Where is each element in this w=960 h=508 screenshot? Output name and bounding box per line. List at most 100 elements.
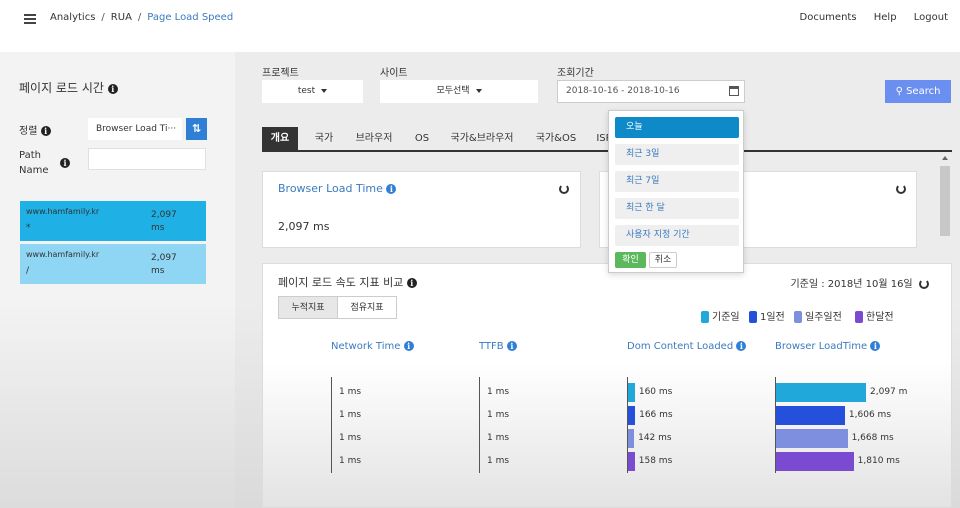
chart-bar <box>628 383 635 402</box>
period-label: 조회기간 <box>557 68 594 79</box>
preset-today[interactable]: 오늘 <box>615 117 739 138</box>
page-list-item[interactable]: www.hamfamily.kr / 2,097 ms <box>20 244 206 284</box>
bar-value-label: 1,606 ms <box>848 410 892 420</box>
legend-label: 1일전 <box>760 312 785 323</box>
metric-title: Dom Content Loaded i <box>627 341 747 352</box>
info-icon[interactable]: i <box>870 341 881 351</box>
breadcrumb-analytics[interactable]: Analytics <box>50 12 95 23</box>
project-select-value: test <box>297 86 316 96</box>
breadcrumb-page-load-speed[interactable]: Page Load Speed <box>147 12 233 23</box>
bar-value-label: 160 ms <box>638 387 673 397</box>
project-select[interactable]: test <box>262 80 363 103</box>
tab-country-os[interactable]: 국가&OS <box>530 127 582 151</box>
card-title-text: Browser Load Time <box>278 182 383 195</box>
main-content: 프로젝트 test 사이트 모두선택 조회기간 2018-10-16 - 201… <box>235 52 960 508</box>
info-icon[interactable]: i <box>406 278 417 288</box>
metric-chart-dom: 160 ms 166 ms 142 ms 158 ms <box>627 377 757 473</box>
scrollbar[interactable] <box>940 156 950 508</box>
subtab-cumulative[interactable]: 누적지표 <box>278 296 338 319</box>
legend-label: 한달전 <box>866 312 894 323</box>
legend-swatch <box>794 311 802 323</box>
metric-title: TTFB i <box>479 341 517 352</box>
list-item-path: * <box>26 223 31 233</box>
path-name-input[interactable] <box>88 148 206 170</box>
subtab-share[interactable]: 점유지표 <box>337 296 397 319</box>
info-icon[interactable]: i <box>506 341 517 351</box>
scroll-up-icon[interactable] <box>942 156 948 160</box>
info-icon[interactable]: i <box>386 184 397 194</box>
date-range-input[interactable]: 2018-10-16 - 2018-10-16 <box>557 80 745 103</box>
page-list-item[interactable]: www.hamfamily.kr * 2,097 ms <box>20 201 206 241</box>
tab-country-browser[interactable]: 국가&브라우저 <box>446 127 518 151</box>
metric-title: Network Time i <box>331 341 414 352</box>
preset-custom[interactable]: 사용자 지정 기간 <box>615 225 739 246</box>
bar-value-label: 1 ms <box>487 387 510 397</box>
documents-link[interactable]: Documents <box>800 12 857 23</box>
list-item-unit: ms <box>151 223 165 233</box>
tab-country[interactable]: 국가 <box>306 127 342 151</box>
search-button[interactable]: ⚲ Search <box>885 80 951 103</box>
metric-title-text: Network Time <box>331 341 401 352</box>
menu-icon[interactable] <box>24 14 36 24</box>
confirm-button[interactable]: 확인 <box>615 252 646 268</box>
sort-order-icon[interactable]: ⇅ <box>186 118 207 140</box>
info-icon[interactable]: i <box>736 341 747 351</box>
info-icon[interactable]: i <box>60 158 70 168</box>
bar-value-label: 1,810 ms <box>857 456 900 466</box>
date-preset-dropdown: 오늘 최근 3일 최근 7일 최근 한 달 사용자 지정 기간 확인 취소 <box>608 110 744 273</box>
list-item-value: 2,097 ms <box>151 252 177 278</box>
list-item-number: 2,097 <box>151 210 177 220</box>
top-bar: Analytics / RUA / Page Load Speed Documents … <box>0 0 960 52</box>
metric-chart-load: 2,097 m 1,606 ms 1,668 ms 1,810 ms <box>775 377 908 473</box>
compare-panel: 페이지 로드 속도 지표 비교 i 기준일 : 2018년 10월 16일 누적… <box>262 263 952 508</box>
preset-1-month[interactable]: 최근 한 달 <box>615 198 739 219</box>
sidebar: 페이지 로드 시간 i 정렬 i Browser Load Ti··· ⇅ Pa… <box>0 52 235 508</box>
bar-value-label: 1 ms <box>339 456 362 466</box>
top-links: Documents Help Logout <box>786 12 948 23</box>
reference-date: 기준일 : 2018년 10월 16일 <box>790 275 929 290</box>
legend-item: 기준일 <box>701 308 740 323</box>
breadcrumb-rua[interactable]: RUA <box>111 12 132 23</box>
list-item-value: 2,097 ms <box>151 209 177 235</box>
tab-bar: 개요 국가 브라우저 OS 국가&브라우저 국가&OS ISP <box>262 127 952 152</box>
browser-load-time-card: Browser Load Time i 2,097 ms <box>262 171 581 248</box>
chart-bar <box>628 452 635 471</box>
info-icon[interactable]: i <box>403 341 414 351</box>
legend-swatch <box>701 311 709 323</box>
preset-3-days[interactable]: 최근 3일 <box>615 144 739 165</box>
breadcrumb: Analytics / RUA / Page Load Speed <box>50 12 234 23</box>
card-title: Browser Load Time i <box>278 182 397 195</box>
sort-label: 정렬 i <box>19 122 51 137</box>
cancel-button[interactable]: 취소 <box>649 252 677 268</box>
tab-browser[interactable]: 브라우저 <box>350 127 398 151</box>
logout-link[interactable]: Logout <box>914 12 948 23</box>
info-icon[interactable]: i <box>40 126 51 136</box>
info-icon[interactable]: i <box>107 83 118 94</box>
site-select-value: 모두선택 <box>436 86 470 96</box>
bar-value-label: 1 ms <box>339 410 362 420</box>
tab-os[interactable]: OS <box>406 127 438 151</box>
refresh-icon[interactable] <box>896 184 906 194</box>
refresh-icon[interactable] <box>919 279 929 289</box>
legend-swatch <box>855 311 863 323</box>
tab-overview[interactable]: 개요 <box>262 127 298 151</box>
site-select[interactable]: 모두선택 <box>380 80 538 103</box>
sort-select[interactable]: Browser Load Ti··· <box>88 118 182 140</box>
legend-swatch <box>749 311 757 323</box>
chart-bar <box>776 383 866 402</box>
panel-title: 페이지 로드 속도 지표 비교 i <box>278 274 417 290</box>
preset-7-days[interactable]: 최근 7일 <box>615 171 739 192</box>
scrollbar-thumb[interactable] <box>940 166 950 236</box>
metric-chart-ttfb: 1 ms 1 ms 1 ms 1 ms <box>479 377 609 473</box>
help-link[interactable]: Help <box>874 12 897 23</box>
list-item-domain: www.hamfamily.kr <box>26 207 100 216</box>
calendar-icon[interactable] <box>729 86 739 96</box>
bar-value-label: 1 ms <box>487 433 510 443</box>
list-item-number: 2,097 <box>151 253 177 263</box>
metric-title-text: TTFB <box>479 341 504 352</box>
refresh-icon[interactable] <box>559 184 569 194</box>
chart-bar <box>628 406 636 425</box>
list-item-path: / <box>26 266 30 276</box>
bar-value-label: 2,097 m <box>870 387 908 397</box>
legend-label: 일주일전 <box>805 312 842 323</box>
